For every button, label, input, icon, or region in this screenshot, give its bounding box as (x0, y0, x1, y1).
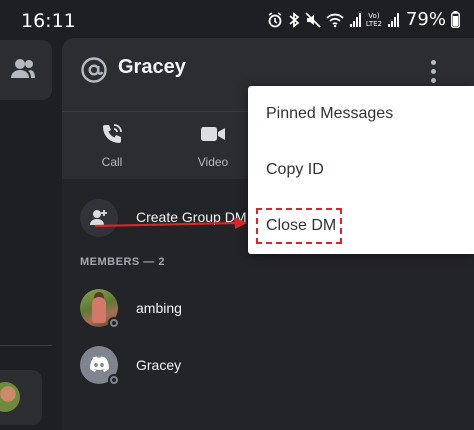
status-bar: 16:11 Vo) LTE2 79% (0, 0, 474, 40)
friends-icon (11, 59, 35, 78)
menu-item-label: Copy ID (266, 161, 324, 178)
bluetooth-icon (289, 11, 300, 28)
lte-label: LTE2 (365, 19, 382, 28)
battery-percent: 79% (405, 9, 446, 30)
video-camera-icon (201, 127, 225, 141)
wifi-icon (326, 13, 344, 27)
call-button[interactable]: Call (77, 122, 147, 169)
avatar (80, 289, 120, 329)
left-divider (0, 345, 52, 346)
battery-icon (451, 11, 460, 28)
member-name: ambing (136, 300, 182, 316)
dm-title: Gracey (118, 56, 186, 78)
member-item[interactable]: Gracey (80, 346, 460, 386)
member-name: Gracey (136, 357, 182, 373)
volte-icon: Vo) LTE2 (366, 12, 382, 28)
status-time: 16:11 (21, 10, 76, 32)
signal-icon (387, 12, 399, 27)
highlight-box (256, 208, 342, 244)
menu-item-copy-id[interactable]: Copy ID (248, 142, 474, 198)
more-vertical-icon[interactable] (426, 58, 442, 86)
signal-icon (349, 12, 361, 27)
volte-label: Vo) (368, 11, 380, 20)
create-group-dm-button[interactable]: Create Group DM (136, 209, 246, 225)
avatar (0, 382, 20, 412)
add-user-icon[interactable] (80, 199, 118, 237)
at-icon (81, 57, 107, 83)
video-button[interactable]: Video (178, 122, 248, 169)
members-header: MEMBERS — 2 (80, 256, 165, 268)
video-label: Video (197, 155, 229, 169)
left-rail (0, 40, 52, 430)
alarm-icon (268, 11, 282, 27)
left-dm-card[interactable] (0, 370, 42, 425)
menu-item-label: Pinned Messages (266, 105, 394, 122)
status-icons: Vo) LTE2 79% (267, 9, 460, 30)
offline-status-icon (108, 374, 120, 386)
offline-status-icon (108, 317, 120, 329)
avatar (80, 346, 120, 386)
menu-item-pinned-messages[interactable]: Pinned Messages (248, 86, 474, 142)
mute-icon (305, 11, 321, 28)
member-item[interactable]: ambing (80, 289, 460, 329)
friends-button[interactable] (0, 40, 52, 100)
call-label: Call (101, 155, 123, 169)
phone-icon (103, 124, 122, 143)
